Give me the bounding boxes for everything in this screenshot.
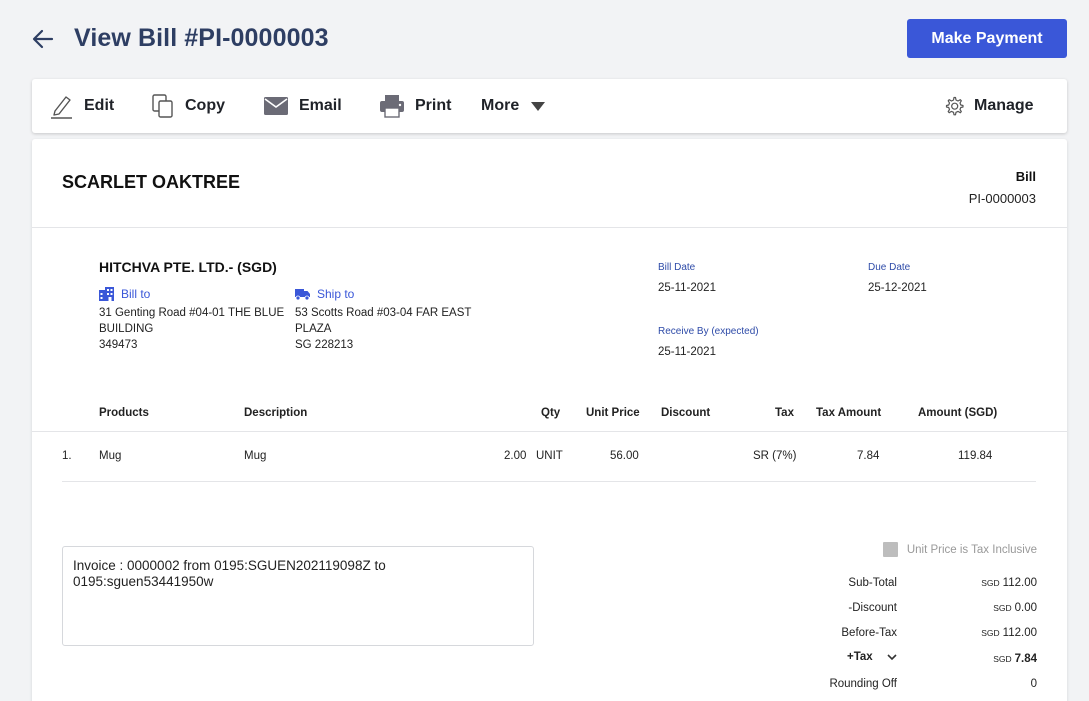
row-unit: UNIT [536, 450, 563, 462]
bill-date-label: Bill Date [658, 262, 696, 273]
copy-label: Copy [185, 97, 225, 114]
bill-to-address: 31 Genting Road #04-01 THE BLUE BUILDING… [99, 307, 285, 351]
tax-label: +Tax [847, 651, 873, 663]
col-amount: Amount (SGD) [918, 407, 998, 419]
rounding-value: 0 [1030, 678, 1037, 690]
rounding-label: Rounding Off [829, 678, 897, 690]
receive-by-value: 25-11-2021 [658, 346, 716, 358]
building-icon [99, 287, 114, 301]
row-tax-amount: 7.84 [857, 450, 880, 462]
col-unit-price: Unit Price [586, 407, 640, 419]
document-type: Bill [1015, 169, 1036, 184]
table-row-divider [62, 481, 1036, 482]
subtotal-value: SGD 112.00 [981, 577, 1037, 589]
tax-value: SGD 7.84 [993, 653, 1037, 665]
row-qty: 2.00 [504, 450, 527, 462]
bill-document: SCARLET OAKTREE Bill PI-0000003 HITCHVA … [32, 139, 1067, 701]
before-tax-label: Before-Tax [841, 627, 897, 639]
row-tax: SR (7%) [753, 450, 797, 462]
chevron-down-icon [887, 653, 897, 660]
action-toolbar: Edit Copy Email Print More Manage [32, 79, 1067, 133]
discount-label: -Discount [848, 602, 897, 614]
tax-inclusive-option[interactable]: Unit Price is Tax Inclusive [882, 542, 1037, 557]
truck-icon [295, 288, 310, 300]
due-date-value: 25-12-2021 [868, 282, 927, 294]
row-product: Mug [99, 450, 122, 462]
pencil-icon [51, 96, 72, 119]
col-tax-amount: Tax Amount [816, 407, 882, 419]
subtotal-label: Sub-Total [848, 577, 897, 589]
print-label: Print [415, 97, 452, 114]
envelope-icon [264, 97, 288, 115]
print-button[interactable]: Print [379, 79, 451, 133]
email-button[interactable]: Email [263, 79, 342, 133]
header-divider [32, 227, 1067, 228]
bill-date-value: 25-11-2021 [658, 282, 716, 294]
col-tax: Tax [775, 407, 794, 419]
manage-button[interactable]: Manage [944, 79, 1034, 133]
ship-to-address: 53 Scotts Road #03-04 FAR EAST PLAZA SG … [295, 307, 472, 351]
tax-breakdown-toggle[interactable]: +Tax [847, 651, 897, 663]
gear-icon [945, 96, 964, 116]
caret-down-icon [531, 101, 546, 111]
col-description: Description [244, 407, 308, 419]
tax-inclusive-checkbox[interactable] [882, 542, 898, 557]
notes-field[interactable]: Invoice : 0000002 from 0195:SGUEN2021190… [62, 546, 534, 646]
printer-icon [380, 95, 404, 118]
col-discount: Discount [661, 407, 711, 419]
document-number: PI-0000003 [968, 191, 1036, 206]
discount-value: SGD 0.00 [993, 602, 1037, 614]
back-arrow-icon[interactable] [30, 26, 56, 52]
bill-to-label: Bill to [99, 287, 150, 301]
copy-button[interactable]: Copy [151, 79, 225, 133]
row-description: Mug [244, 450, 267, 462]
manage-label: Manage [974, 97, 1034, 114]
more-dropdown[interactable]: More [481, 79, 546, 133]
make-payment-button[interactable]: Make Payment [907, 19, 1067, 58]
email-label: Email [299, 97, 342, 114]
col-products: Products [99, 407, 149, 419]
edit-label: Edit [84, 97, 115, 114]
row-index: 1. [62, 450, 72, 462]
row-unit-price: 56.00 [610, 450, 639, 462]
ship-to-label: Ship to [295, 287, 354, 301]
row-amount: 119.84 [958, 450, 993, 462]
table-header-divider [32, 431, 1067, 432]
copy-icon [152, 94, 173, 118]
bill-view-page: View Bill #PI-0000003 Make Payment Edit … [0, 0, 1089, 701]
before-tax-value: SGD 112.00 [981, 627, 1037, 639]
vendor-name: HITCHVA PTE. LTD.- (SGD) [99, 259, 277, 275]
page-header: View Bill #PI-0000003 Make Payment [0, 0, 1089, 78]
edit-button[interactable]: Edit [48, 79, 114, 133]
col-qty: Qty [541, 407, 561, 419]
due-date-label: Due Date [868, 262, 911, 273]
more-label: More [481, 97, 520, 114]
page-title: View Bill #PI-0000003 [74, 24, 329, 52]
tax-inclusive-label: Unit Price is Tax Inclusive [906, 543, 1037, 556]
receive-by-label: Receive By (expected) [658, 326, 759, 337]
company-name: SCARLET OAKTREE [62, 172, 241, 192]
